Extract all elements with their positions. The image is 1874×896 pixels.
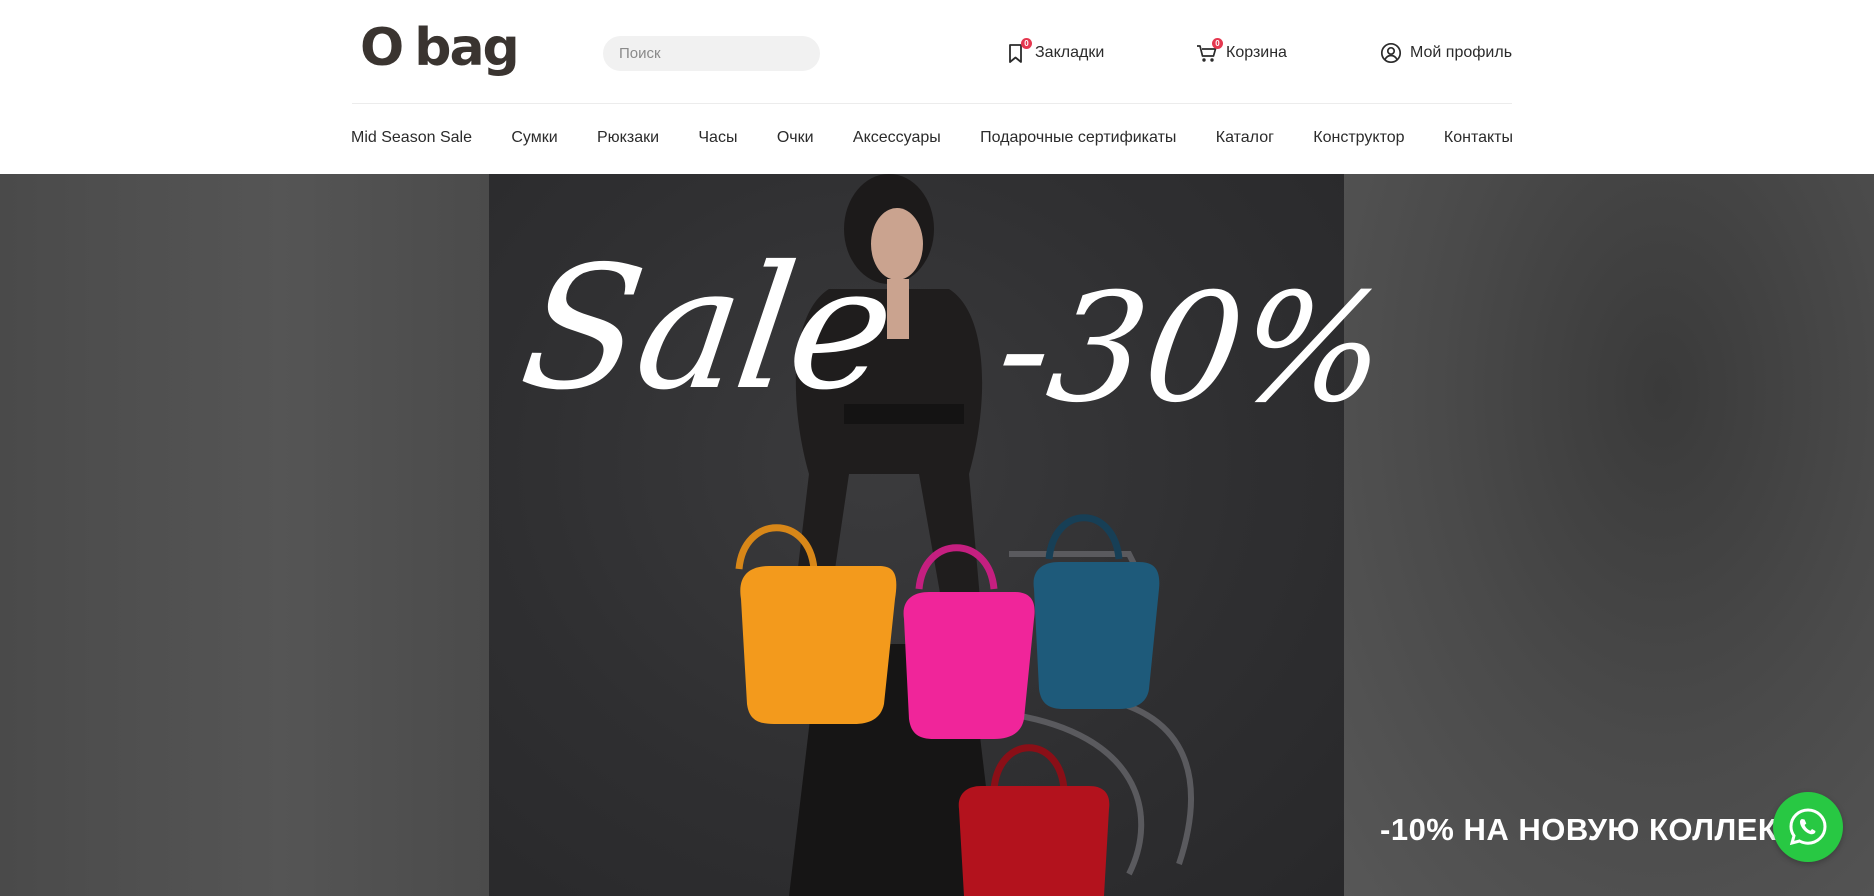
whatsapp-icon: [1789, 808, 1827, 846]
main-nav: Mid Season Sale Сумки Рюкзаки Часы Очки …: [351, 124, 1513, 152]
cart-link[interactable]: 0 Корзина: [1196, 38, 1287, 66]
profile-link[interactable]: Мой профиль: [1380, 40, 1512, 66]
nav-item-catalog[interactable]: Каталог: [1216, 129, 1274, 147]
hero-banner[interactable]: Sale -30% -10% НА НОВУЮ КОЛЛЕКЦ: [0, 174, 1874, 896]
bookmarks-count-badge: 0: [1021, 38, 1032, 49]
nav-item-watches[interactable]: Часы: [698, 129, 737, 147]
nav-item-gift-certificates[interactable]: Подарочные сертификаты: [980, 129, 1176, 147]
user-circle-icon: [1380, 42, 1402, 64]
bookmarks-link[interactable]: 0 Закладки: [1005, 38, 1105, 66]
site-header: O bag 0 Закладки 0 Корзина: [0, 0, 1874, 174]
logo-o: O: [360, 18, 404, 78]
nav-item-glasses[interactable]: Очки: [777, 129, 814, 147]
header-divider: [352, 103, 1512, 104]
obag-logo[interactable]: O bag: [360, 18, 520, 78]
whatsapp-button[interactable]: [1773, 792, 1843, 862]
cart-icon: 0: [1196, 38, 1223, 64]
nav-item-accessories[interactable]: Аксессуары: [853, 129, 941, 147]
logo-bag: bag: [414, 18, 520, 78]
hero-discount: -30%: [987, 262, 1397, 436]
nav-item-bags[interactable]: Сумки: [511, 129, 557, 147]
profile-label: Мой профиль: [1410, 44, 1513, 61]
nav-item-constructor[interactable]: Конструктор: [1313, 129, 1404, 147]
search-input[interactable]: [619, 45, 818, 62]
blue-bag: [1033, 514, 1160, 709]
hero-backdrop-right: [1344, 174, 1874, 896]
nav-item-contacts[interactable]: Контакты: [1444, 129, 1513, 147]
cart-label: Корзина: [1226, 44, 1287, 61]
nav-item-mid-season-sale[interactable]: Mid Season Sale: [351, 129, 472, 147]
nav-item-backpacks[interactable]: Рюкзаки: [597, 129, 659, 147]
cart-count-badge: 0: [1212, 38, 1223, 49]
search-box: [603, 36, 820, 71]
hero-sale-word: Sale: [511, 230, 904, 428]
bookmark-icon: 0: [1005, 38, 1032, 64]
hero-promo-text: -10% НА НОВУЮ КОЛЛЕКЦ: [1380, 812, 1801, 847]
bookmarks-label: Закладки: [1035, 44, 1105, 61]
